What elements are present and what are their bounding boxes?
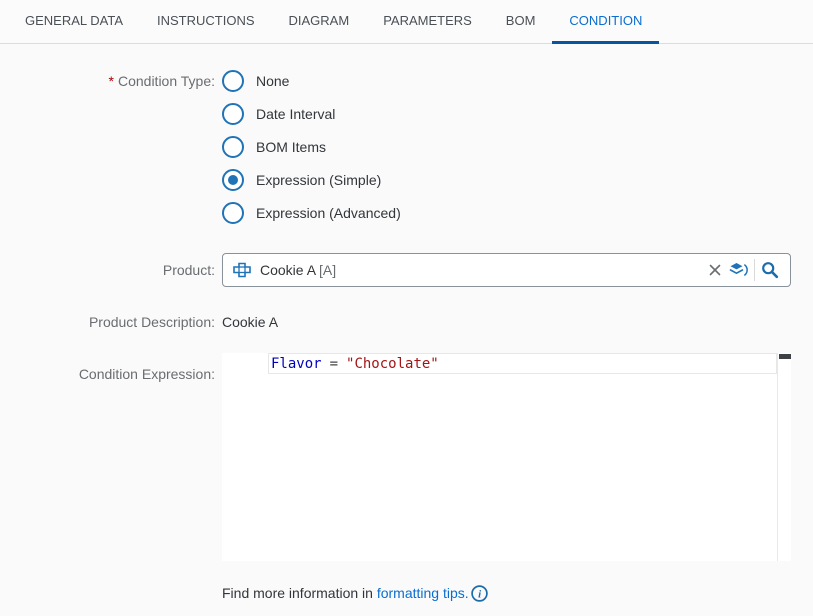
required-marker: * xyxy=(109,73,114,89)
product-input[interactable]: Cookie A [A] xyxy=(222,253,791,287)
scrollbar-thumb[interactable] xyxy=(779,354,791,359)
radio-circle-icon xyxy=(222,169,244,191)
radio-circle-icon xyxy=(222,136,244,158)
radio-expression-advanced[interactable]: Expression (Advanced) xyxy=(222,202,401,224)
product-label: Product: xyxy=(0,253,215,287)
radio-circle-icon xyxy=(222,202,244,224)
footer-hint: Find more information in formatting tips… xyxy=(222,584,488,602)
condition-expression-label: Condition Expression: xyxy=(0,353,215,383)
condition-form: *Condition Type: None Date Interval BOM … xyxy=(0,44,813,602)
product-icon xyxy=(233,258,251,282)
radio-none[interactable]: None xyxy=(222,70,401,92)
value-help-stack-icon[interactable] xyxy=(727,258,751,282)
tab-bar: GENERAL DATA INSTRUCTIONS DIAGRAM PARAME… xyxy=(0,0,813,44)
code-operator: = xyxy=(330,356,338,372)
clear-icon[interactable] xyxy=(703,258,727,282)
input-divider xyxy=(754,259,755,281)
radio-label: Date Interval xyxy=(256,103,335,125)
condition-type-radio-group: None Date Interval BOM Items Expression … xyxy=(222,70,401,224)
radio-bom-items[interactable]: BOM Items xyxy=(222,136,401,158)
tab-condition[interactable]: CONDITION xyxy=(552,0,659,44)
product-token: Cookie A [A] xyxy=(233,258,703,282)
product-row: Product: Cookie A [A] xyxy=(0,253,813,287)
svg-text:i: i xyxy=(478,588,482,600)
tab-parameters[interactable]: PARAMETERS xyxy=(366,0,489,44)
radio-circle-icon xyxy=(222,103,244,125)
editor-current-line: Flavor = "Chocolate" xyxy=(268,353,777,374)
code-string: "Chocolate" xyxy=(346,356,439,372)
condition-expression-row: Condition Expression: Flavor = "Chocolate" xyxy=(0,353,813,561)
condition-type-row: *Condition Type: None Date Interval BOM … xyxy=(0,70,813,224)
code-identifier: Flavor xyxy=(271,356,322,372)
footer-row: Find more information in formatting tips… xyxy=(0,584,813,602)
tab-bom[interactable]: BOM xyxy=(489,0,553,44)
formatting-tips-link[interactable]: formatting tips. xyxy=(377,584,469,602)
product-suffix: [A] xyxy=(319,262,336,278)
radio-date-interval[interactable]: Date Interval xyxy=(222,103,401,125)
editor-gutter xyxy=(222,353,268,561)
tab-general-data[interactable]: GENERAL DATA xyxy=(8,0,140,44)
radio-label: Expression (Simple) xyxy=(256,169,381,191)
tab-diagram[interactable]: DIAGRAM xyxy=(272,0,367,44)
condition-type-label: *Condition Type: xyxy=(0,70,215,92)
radio-label: None xyxy=(256,70,289,92)
info-icon[interactable]: i xyxy=(471,585,488,602)
product-description-value: Cookie A xyxy=(222,314,278,330)
radio-label: BOM Items xyxy=(256,136,326,158)
condition-expression-editor[interactable]: Flavor = "Chocolate" xyxy=(222,353,791,561)
radio-label: Expression (Advanced) xyxy=(256,202,401,224)
product-description-row: Product Description: Cookie A xyxy=(0,313,813,332)
radio-circle-icon xyxy=(222,70,244,92)
search-icon[interactable] xyxy=(758,258,782,282)
footer-hint-text: Find more information in xyxy=(222,584,377,602)
product-description-label: Product Description: xyxy=(0,313,215,331)
editor-scrollbar[interactable] xyxy=(777,353,791,561)
product-value: Cookie A xyxy=(260,262,316,278)
tab-instructions[interactable]: INSTRUCTIONS xyxy=(140,0,272,44)
radio-expression-simple[interactable]: Expression (Simple) xyxy=(222,169,401,191)
